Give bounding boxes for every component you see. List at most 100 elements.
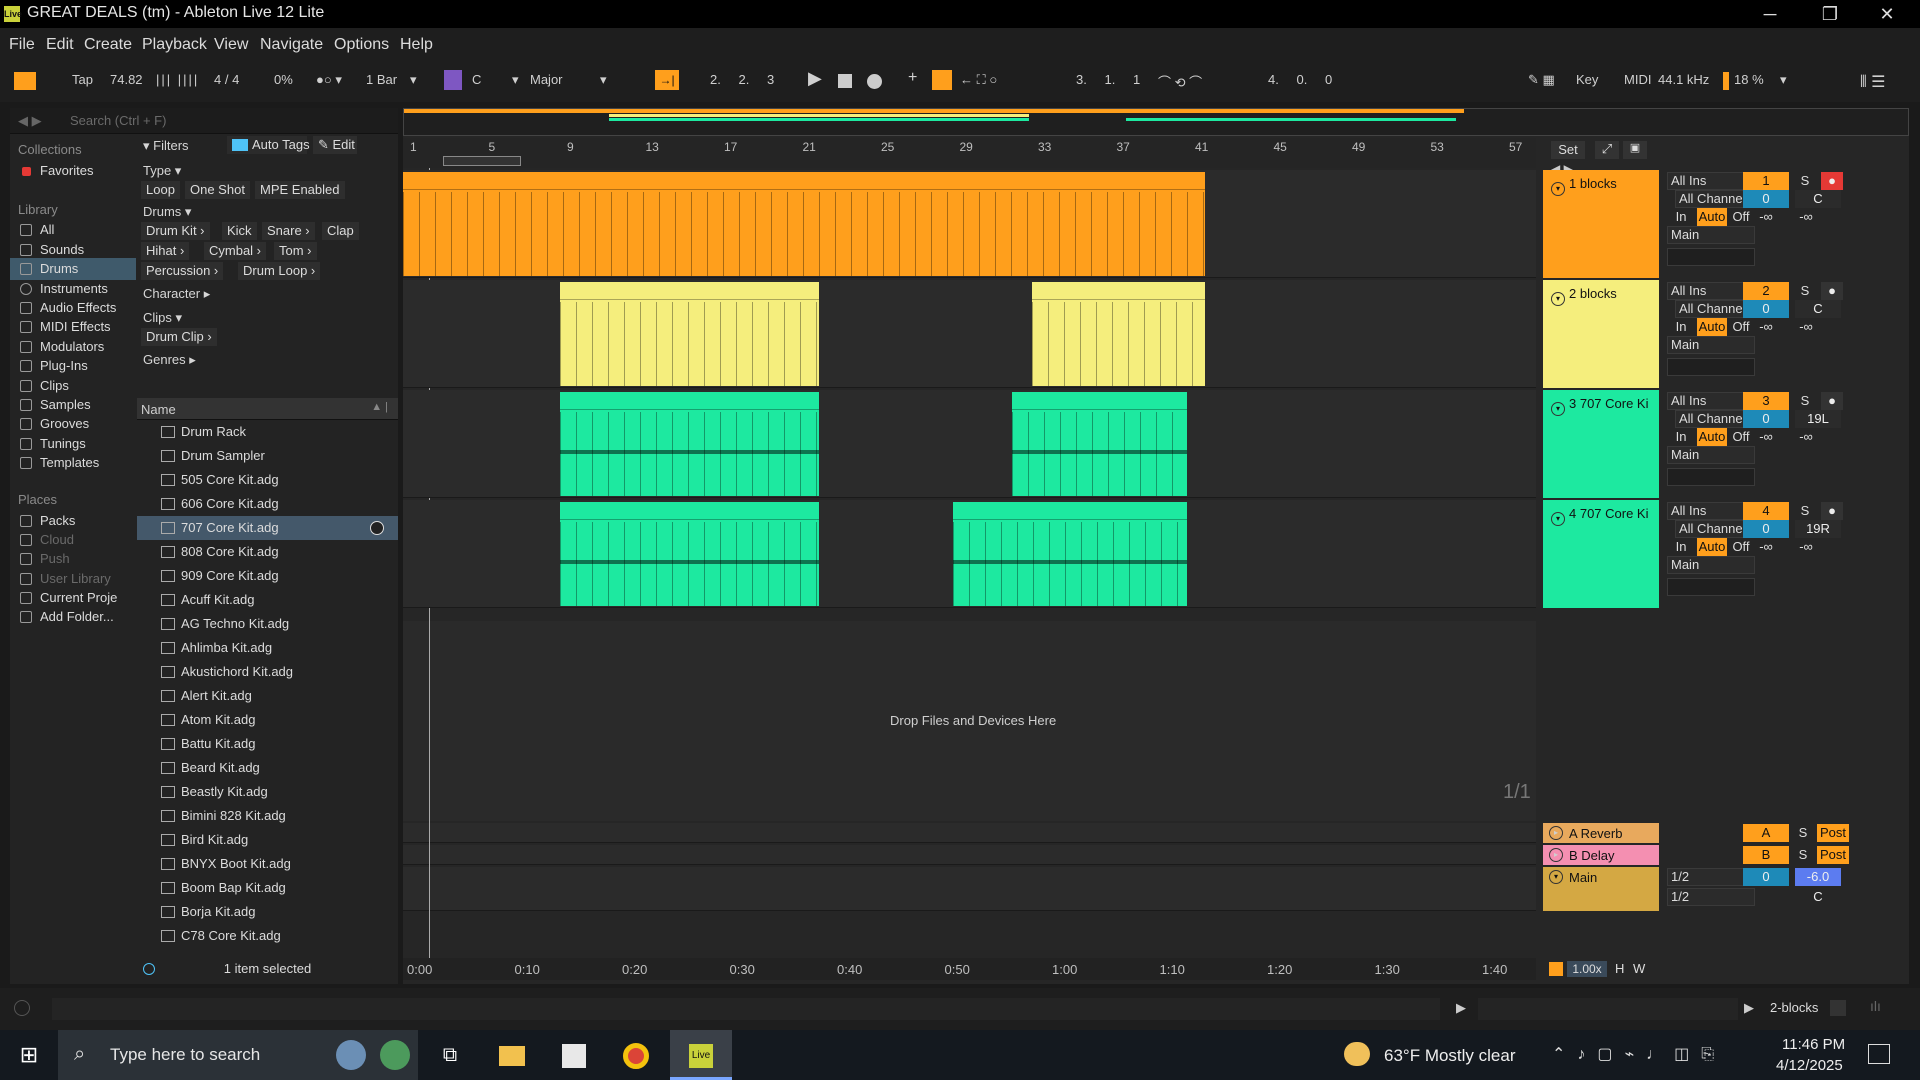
monitor-auto-button[interactable]: Auto bbox=[1697, 428, 1727, 446]
menu-file[interactable]: File bbox=[9, 36, 35, 54]
midi-clip[interactable] bbox=[403, 172, 1205, 276]
weather-text[interactable]: 63°F Mostly clear bbox=[1384, 1046, 1516, 1066]
browser-toggle-icon[interactable] bbox=[14, 72, 36, 90]
main-track-header[interactable]: ▾ Main bbox=[1543, 867, 1659, 911]
fold-icon[interactable]: ▾ bbox=[1549, 870, 1563, 884]
key-select[interactable]: C bbox=[472, 72, 481, 87]
character-filter-heading[interactable]: Character ▸ bbox=[143, 286, 210, 302]
arm-icon[interactable]: ● bbox=[1821, 172, 1843, 190]
time-signature[interactable]: 4 / 4 bbox=[214, 72, 239, 87]
fold-icon[interactable]: ▾ bbox=[1551, 512, 1565, 526]
file-item[interactable]: Atom Kit.adg bbox=[137, 708, 398, 732]
track-header[interactable]: ▾ 2 blocks bbox=[1543, 280, 1659, 388]
follow-icon[interactable]: →| bbox=[655, 70, 679, 90]
quantize-select[interactable]: 1 Bar bbox=[366, 72, 397, 87]
input-type-select[interactable]: All Ins bbox=[1667, 172, 1755, 190]
volume-field[interactable]: 0 bbox=[1743, 190, 1789, 208]
main-output-select-2[interactable]: 1/2 bbox=[1667, 888, 1755, 906]
bar-ruler[interactable]: 1 5 9 13 17 21 25 29 33 37 41 45 49 53 57 bbox=[403, 138, 1536, 168]
place-add-folder[interactable]: Add Folder... bbox=[10, 606, 136, 628]
scale-select[interactable]: Major bbox=[530, 72, 563, 87]
input-type-select[interactable]: All Ins bbox=[1667, 502, 1755, 520]
solo-button[interactable]: S bbox=[1793, 824, 1813, 842]
library-all[interactable]: All bbox=[10, 219, 136, 241]
file-item[interactable]: C78 Core Kit.adg bbox=[137, 924, 398, 948]
weather-icon[interactable] bbox=[1344, 1042, 1370, 1066]
library-midi-effects[interactable]: MIDI Effects bbox=[10, 316, 136, 338]
tag-tom[interactable]: Tom › bbox=[274, 242, 317, 260]
tag-clap[interactable]: Clap bbox=[322, 222, 359, 240]
file-item[interactable]: Bimini 828 Kit.adg bbox=[137, 804, 398, 828]
sends-field[interactable] bbox=[1667, 358, 1755, 376]
info-icon[interactable] bbox=[14, 1000, 30, 1016]
track-arrow-icon[interactable]: ▶ bbox=[1744, 1000, 1754, 1016]
arm-icon[interactable]: ● bbox=[1821, 392, 1843, 410]
fit-width-button[interactable]: W bbox=[1633, 961, 1645, 976]
file-item[interactable]: Drum Sampler bbox=[137, 444, 398, 468]
clip-header[interactable] bbox=[1012, 392, 1187, 410]
punch-icons[interactable]: ⌒ ⟲ ⌒ bbox=[1158, 72, 1202, 91]
sends-field[interactable] bbox=[1667, 468, 1755, 486]
menu-options[interactable]: Options bbox=[334, 36, 389, 54]
tag-cymbal[interactable]: Cymbal › bbox=[204, 242, 267, 260]
pan-field[interactable]: 19L bbox=[1795, 410, 1841, 428]
minimize-icon[interactable]: ─ bbox=[1745, 2, 1795, 26]
clip-header[interactable] bbox=[1032, 282, 1205, 300]
menu-edit[interactable]: Edit bbox=[46, 36, 74, 54]
input-type-select[interactable]: All Ins bbox=[1667, 392, 1755, 410]
main-volume[interactable]: 0 bbox=[1743, 868, 1789, 886]
store-icon[interactable] bbox=[550, 1030, 598, 1080]
drums-filter-heading[interactable]: Drums ▾ bbox=[143, 204, 191, 220]
arm-icon[interactable]: ● bbox=[1821, 502, 1843, 520]
track-activator[interactable]: 3 bbox=[1743, 392, 1789, 410]
scale-mode-icon[interactable] bbox=[444, 70, 462, 90]
file-item[interactable]: Akustichord Kit.adg bbox=[137, 660, 398, 684]
file-explorer-icon[interactable] bbox=[488, 1030, 536, 1080]
solo-button[interactable]: S bbox=[1795, 282, 1815, 300]
library-templates[interactable]: Templates bbox=[10, 452, 136, 474]
file-item[interactable]: Cage Kit.adg bbox=[137, 948, 398, 954]
clip-header[interactable] bbox=[560, 502, 819, 520]
file-item[interactable]: Boom Bap Kit.adg bbox=[137, 876, 398, 900]
track-header[interactable]: ▾ 3 707 Core Ki bbox=[1543, 390, 1659, 498]
stop-icon[interactable] bbox=[838, 74, 852, 88]
monitor-in-button[interactable]: In bbox=[1671, 538, 1691, 556]
monitor-in-button[interactable]: In bbox=[1671, 318, 1691, 336]
library-grooves[interactable]: Grooves bbox=[10, 413, 136, 435]
track-header[interactable]: ▾ 4 707 Core Ki bbox=[1543, 500, 1659, 608]
menu-view[interactable]: View bbox=[214, 36, 248, 54]
tempo-field[interactable]: 74.82 bbox=[110, 72, 143, 87]
song-position[interactable]: 2. 2. 3 bbox=[710, 72, 774, 87]
main-pan[interactable]: C bbox=[1795, 888, 1841, 906]
output-select[interactable]: Main bbox=[1667, 226, 1755, 244]
volume-field[interactable]: 0 bbox=[1743, 300, 1789, 318]
output-select[interactable]: Main bbox=[1667, 336, 1755, 354]
fold-icon[interactable]: ▸ bbox=[1549, 826, 1563, 840]
ableton-taskbar-icon[interactable]: Live bbox=[670, 1030, 732, 1080]
tag-kick[interactable]: Kick bbox=[222, 222, 257, 240]
sends-field[interactable] bbox=[1667, 248, 1755, 266]
monitor-auto-button[interactable]: Auto bbox=[1697, 538, 1727, 556]
post-button[interactable]: Post bbox=[1817, 824, 1849, 842]
menu-playback[interactable]: Playback bbox=[142, 36, 207, 54]
key-map-button[interactable]: Key bbox=[1576, 72, 1598, 87]
return-track-header[interactable]: ▸ B Delay bbox=[1543, 845, 1659, 865]
return-track-a-lane[interactable] bbox=[403, 823, 1536, 843]
midi-clip[interactable] bbox=[1012, 392, 1187, 496]
monitor-off-button[interactable]: Off bbox=[1729, 538, 1753, 556]
overview-bar[interactable] bbox=[403, 108, 1909, 136]
solo-button[interactable]: S bbox=[1793, 846, 1813, 864]
output-select[interactable]: Main bbox=[1667, 446, 1755, 464]
midi-clip[interactable] bbox=[953, 502, 1187, 606]
sends-field[interactable] bbox=[1667, 578, 1755, 596]
menu-navigate[interactable]: Navigate bbox=[260, 36, 323, 54]
expand-icon[interactable]: ⤢ bbox=[1595, 141, 1619, 159]
filters-toggle[interactable]: ▾ Filters bbox=[143, 138, 189, 154]
add-icon[interactable]: + bbox=[908, 69, 917, 87]
collection-favorites[interactable]: Favorites bbox=[10, 160, 136, 182]
close-icon[interactable]: ✕ bbox=[1862, 2, 1912, 26]
file-item[interactable]: 707 Core Kit.adg bbox=[137, 516, 398, 540]
restore-icon[interactable]: ❐ bbox=[1805, 2, 1855, 26]
loop-length[interactable]: 4. 0. 0 bbox=[1268, 72, 1332, 87]
file-item[interactable]: Borja Kit.adg bbox=[137, 900, 398, 924]
